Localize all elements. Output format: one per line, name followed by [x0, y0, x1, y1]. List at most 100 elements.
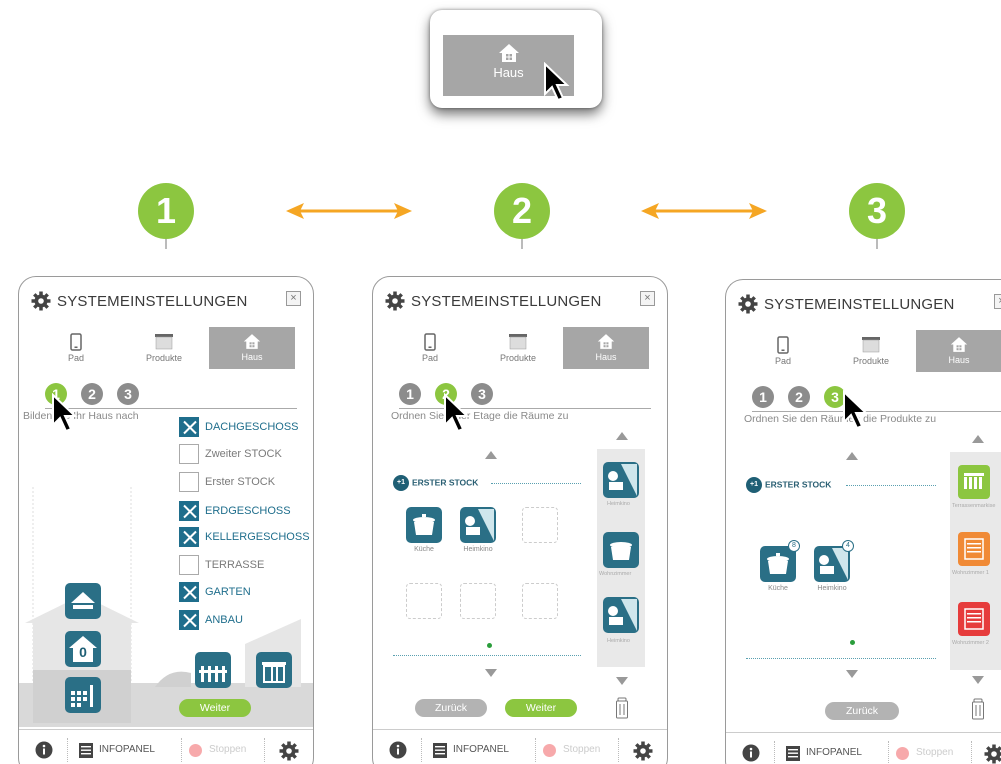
floor-checkbox-zweiter-stock[interactable]: Zweiter STOCK [179, 444, 313, 465]
haus-button-zoom[interactable]: Haus [430, 10, 602, 108]
gear-icon [738, 294, 758, 314]
panel-title: SYSTEMEINSTELLUNGEN [57, 293, 248, 310]
product-blind-red[interactable] [958, 602, 990, 636]
gear-icon[interactable] [984, 744, 1001, 764]
list-icon [786, 746, 800, 761]
settings-panel-step1: SYSTEMEINSTELLUNGEN × Pad Produkte Haus … [18, 276, 314, 764]
tab-produkte[interactable]: Produkte [828, 330, 914, 372]
product-blind-orange[interactable] [958, 532, 990, 566]
double-arrow-icon [286, 203, 412, 219]
instruction-text: Ordnen Sie den Räumen die Produkte zu [744, 413, 937, 425]
floor-label: +1 ERSTER STOCK [393, 475, 478, 491]
tab-produkte[interactable]: Produkte [121, 327, 207, 369]
haus-label: Haus [493, 65, 524, 80]
chevron-up-icon[interactable] [972, 435, 984, 443]
house-icon [950, 337, 968, 352]
side-room-heimkino[interactable] [603, 462, 639, 498]
stop-button[interactable]: Stoppen [209, 744, 246, 755]
tab-pad[interactable]: Pad [387, 327, 473, 369]
step-3[interactable]: 3 [117, 383, 139, 405]
close-icon[interactable]: × [286, 291, 301, 306]
chevron-up-icon[interactable] [846, 452, 858, 460]
tab-produkte[interactable]: Produkte [475, 327, 561, 369]
blind-icon [509, 334, 527, 350]
floor-checkbox-dachgeschoss[interactable]: DACHGESCHOSS [179, 417, 313, 438]
chevron-down-icon[interactable] [616, 677, 628, 685]
tablet-icon [70, 333, 82, 351]
chevron-down-icon[interactable] [846, 670, 858, 678]
footer-bar: INFOPANEL Stoppen [19, 729, 313, 764]
garden-icon [195, 652, 231, 688]
info-icon[interactable] [35, 741, 53, 759]
chevron-down-icon[interactable] [485, 669, 497, 677]
stop-button[interactable]: Stoppen [563, 744, 600, 755]
tablet-icon [424, 333, 436, 351]
gear-icon [31, 291, 51, 311]
tab-haus[interactable]: Haus [916, 330, 1001, 372]
floor-number: 0 [79, 644, 87, 660]
gear-icon [385, 291, 405, 311]
blind-icon [155, 334, 173, 350]
info-icon[interactable] [389, 741, 407, 759]
step-2[interactable]: 2 [81, 383, 103, 405]
chevron-up-icon[interactable] [485, 451, 497, 459]
house-icon [243, 334, 261, 349]
trash-icon[interactable] [971, 698, 985, 720]
annex-icon [256, 652, 292, 688]
floor-label: +1 ERSTER STOCK [746, 477, 831, 493]
back-button[interactable]: Zurück [825, 702, 899, 720]
settings-panel-step3: SYSTEMEINSTELLUNGEN × Pad Produkte Haus … [725, 279, 1001, 764]
cursor-icon [52, 393, 78, 433]
infopanel-label[interactable]: INFOPANEL [453, 744, 509, 755]
settings-panel-step2: SYSTEMEINSTELLUNGEN × Pad Produkte Haus … [372, 276, 668, 764]
house-icon [498, 44, 519, 62]
attic-floor-icon [65, 583, 101, 619]
close-icon[interactable]: × [994, 294, 1001, 309]
instruction-text: Bilden Sie Ihr Haus nach [23, 410, 139, 422]
stop-icon [189, 744, 202, 757]
step-circle-3: 3 [849, 183, 905, 239]
tab-pad[interactable]: Pad [33, 327, 119, 369]
infopanel-label[interactable]: INFOPANEL [99, 744, 155, 755]
chevron-up-icon[interactable] [616, 432, 628, 440]
close-icon[interactable]: × [640, 291, 655, 306]
infopanel-label[interactable]: INFOPANEL [806, 747, 862, 758]
stop-icon [896, 747, 909, 760]
step-1[interactable]: 1 [399, 383, 421, 405]
footer-bar: INFOPANEL Stoppen [726, 732, 1001, 764]
trash-icon[interactable] [615, 697, 629, 719]
cursor-icon [544, 62, 570, 102]
next-button[interactable]: Weiter [179, 699, 251, 717]
chevron-down-icon[interactable] [972, 676, 984, 684]
step-3[interactable]: 3 [471, 383, 493, 405]
product-awning[interactable] [958, 465, 990, 499]
cursor-icon [444, 393, 470, 433]
next-button[interactable]: Weiter [505, 699, 577, 717]
side-room-heimkino-2[interactable] [603, 597, 639, 633]
cursor-icon [843, 390, 869, 430]
blind-icon [862, 337, 880, 353]
panel-title: SYSTEMEINSTELLUNGEN [764, 296, 955, 313]
room-heimkino[interactable] [460, 507, 496, 543]
instruction-text: Ordnen Sie jeder Etage die Räume zu [391, 410, 569, 422]
tab-haus[interactable]: Haus [209, 327, 295, 369]
tablet-icon [777, 336, 789, 354]
tab-pad[interactable]: Pad [740, 330, 826, 372]
gear-icon[interactable] [279, 741, 299, 761]
back-button[interactable]: Zurück [415, 699, 487, 717]
room-kueche[interactable] [406, 507, 442, 543]
stop-button[interactable]: Stoppen [916, 747, 953, 758]
step-2[interactable]: 2 [788, 386, 810, 408]
gear-icon[interactable] [633, 741, 653, 761]
basement-floor-icon [65, 677, 101, 713]
side-room-wohnzimmer[interactable] [603, 532, 639, 568]
panel-title: SYSTEMEINSTELLUNGEN [411, 293, 602, 310]
tab-haus[interactable]: Haus [563, 327, 649, 369]
step-1[interactable]: 1 [752, 386, 774, 408]
list-icon [79, 743, 93, 758]
ground-floor-icon: 0 [65, 631, 101, 667]
stop-icon [543, 744, 556, 757]
house-illustration [19, 487, 313, 727]
info-icon[interactable] [742, 744, 760, 762]
double-arrow-icon [641, 203, 767, 219]
